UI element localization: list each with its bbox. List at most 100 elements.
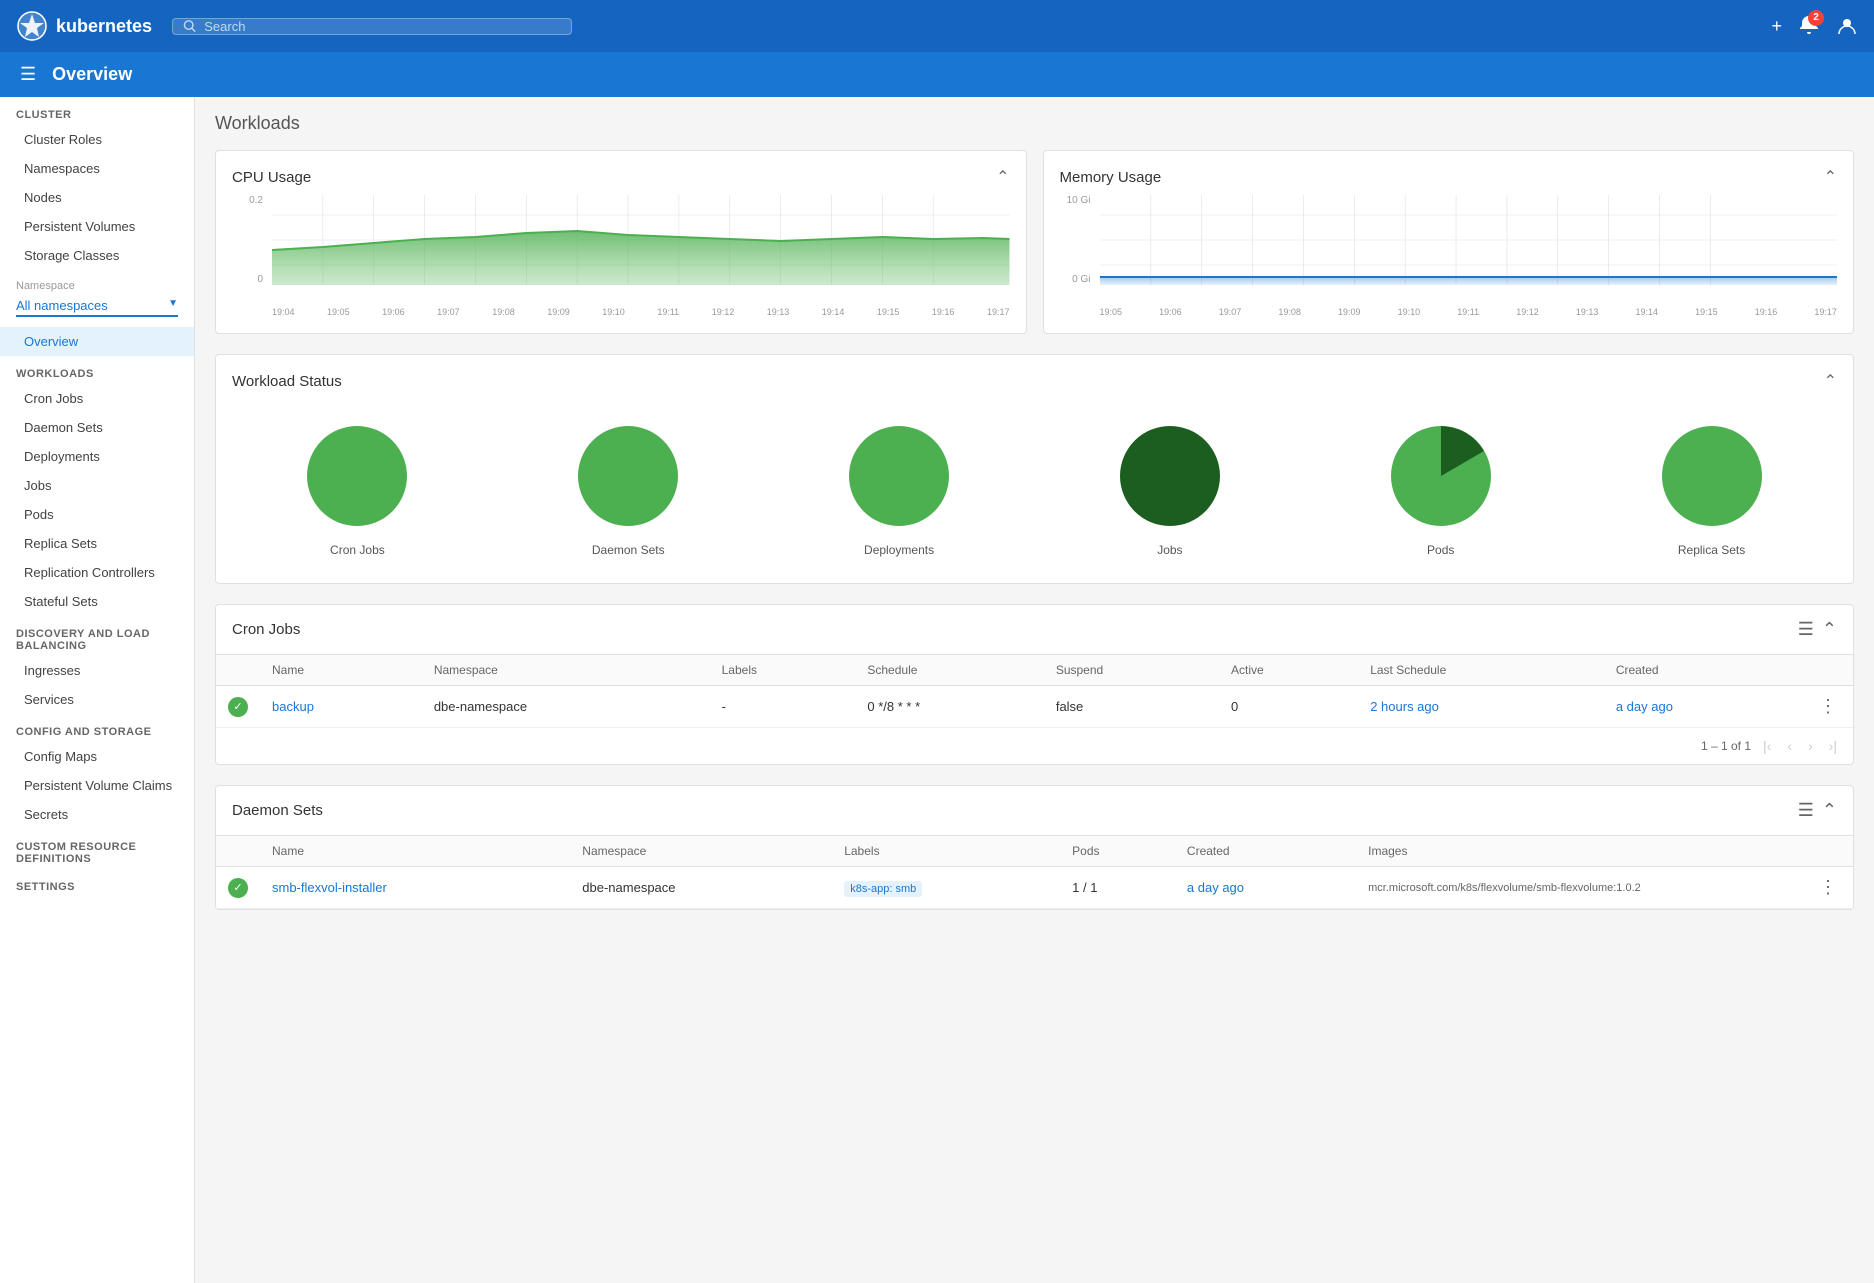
cron-job-name-link[interactable]: backup (272, 699, 314, 714)
sidebar-item-pods[interactable]: Pods (0, 500, 194, 529)
charts-row: CPU Usage ⌃ 0.2 0 (215, 150, 1854, 334)
cron-job-labels-cell: - (710, 686, 856, 728)
daemon-set-pods-cell: 1 / 1 (1060, 867, 1175, 909)
daemon-set-status-icon: ✓ (228, 878, 248, 898)
pods-circle (1386, 421, 1496, 531)
cron-jobs-pagination-count: 1 – 1 of 1 (1701, 739, 1751, 753)
sidebar-item-daemon-sets[interactable]: Daemon Sets (0, 413, 194, 442)
cpu-chart-collapse-button[interactable]: ⌃ (996, 167, 1009, 187)
cron-job-more-button[interactable]: ⋮ (1815, 696, 1841, 717)
sidebar-item-cron-jobs[interactable]: Cron Jobs (0, 384, 194, 413)
sidebar-item-secrets[interactable]: Secrets (0, 800, 194, 829)
cron-jobs-col-created: Created (1604, 655, 1803, 686)
cron-jobs-collapse-button[interactable]: ⌃ (1822, 619, 1837, 640)
daemon-sets-table-card: Daemon Sets ☰ ⌃ Name Namespace Labels Po… (215, 785, 1854, 910)
cron-job-created-link[interactable]: a day ago (1616, 699, 1673, 714)
memory-chart-title: Memory Usage (1060, 169, 1162, 186)
status-daemon-sets: Daemon Sets (573, 421, 683, 557)
cron-jobs-table-header: Cron Jobs ☰ ⌃ (216, 605, 1853, 654)
status-pods-label: Pods (1427, 543, 1454, 557)
config-storage-section-title: Config and Storage (0, 714, 194, 742)
sidebar-item-persistent-volume-claims[interactable]: Persistent Volume Claims (0, 771, 194, 800)
daemon-set-status-cell: ✓ (216, 867, 260, 909)
replica-sets-circle (1657, 421, 1767, 531)
namespace-selector[interactable]: Namespace All namespaces (0, 270, 194, 327)
memory-y-labels: 10 Gi 0 Gi (1060, 195, 1095, 285)
logo: kubernetes (16, 10, 152, 42)
cron-job-namespace-cell: dbe-namespace (422, 686, 710, 728)
cron-job-last-schedule-link[interactable]: 2 hours ago (1370, 699, 1439, 714)
cron-jobs-table-actions: ☰ ⌃ (1798, 619, 1837, 640)
sidebar-item-replica-sets[interactable]: Replica Sets (0, 529, 194, 558)
sidebar-item-cluster-roles[interactable]: Cluster Roles (0, 125, 194, 154)
cron-jobs-first-page-button[interactable]: |‹ (1759, 736, 1775, 756)
cron-jobs-col-name: Name (260, 655, 422, 686)
cron-jobs-last-page-button[interactable]: ›| (1825, 736, 1841, 756)
cron-jobs-next-page-button[interactable]: › (1804, 736, 1817, 756)
cron-jobs-filter-button[interactable]: ☰ (1798, 619, 1814, 640)
cron-job-last-schedule-cell: 2 hours ago (1358, 686, 1604, 728)
add-button[interactable]: + (1771, 16, 1782, 37)
workload-status-collapse-button[interactable]: ⌃ (1824, 371, 1837, 391)
sidebar-item-namespaces[interactable]: Namespaces (0, 154, 194, 183)
daemon-sets-col-status (216, 836, 260, 867)
notification-button[interactable]: 2 (1798, 14, 1820, 39)
daemon-set-labels-cell: k8s-app: smb (832, 867, 1060, 909)
memory-y-min: 0 Gi (1060, 274, 1091, 285)
sidebar-item-replication-controllers[interactable]: Replication Controllers (0, 558, 194, 587)
menu-icon[interactable]: ☰ (20, 64, 36, 85)
cron-jobs-table-title: Cron Jobs (232, 621, 300, 638)
sidebar-item-persistent-volumes[interactable]: Persistent Volumes (0, 212, 194, 241)
cpu-x-labels: 19:04 19:05 19:06 19:07 19:08 19:09 19:1… (272, 307, 1010, 317)
sidebar-item-ingresses[interactable]: Ingresses (0, 656, 194, 685)
status-cron-jobs: Cron Jobs (302, 421, 412, 557)
daemon-sets-filter-button[interactable]: ☰ (1798, 800, 1814, 821)
settings-section-title: Settings (0, 869, 194, 897)
cpu-y-labels: 0.2 0 (232, 195, 267, 285)
cron-job-schedule-cell: 0 */8 * * * (855, 686, 1043, 728)
overview-title: Overview (52, 64, 132, 85)
daemon-sets-header-row: Name Namespace Labels Pods Created Image… (216, 836, 1853, 867)
cron-jobs-col-namespace: Namespace (422, 655, 710, 686)
cron-jobs-col-suspend: Suspend (1044, 655, 1219, 686)
status-circles: Cron Jobs Daemon Sets Deployments (232, 411, 1837, 567)
cron-jobs-prev-page-button[interactable]: ‹ (1783, 736, 1796, 756)
cron-jobs-pagination: 1 – 1 of 1 |‹ ‹ › ›| (216, 728, 1853, 764)
search-box[interactable] (172, 18, 572, 35)
crd-section-title: Custom Resource Definitions (0, 829, 194, 869)
sidebar-item-nodes[interactable]: Nodes (0, 183, 194, 212)
table-row: ✓ smb-flexvol-installer dbe-namespace k8… (216, 867, 1853, 909)
cron-jobs-table-card: Cron Jobs ☰ ⌃ Name Namespace Labels Sche… (215, 604, 1854, 765)
status-jobs-label: Jobs (1157, 543, 1182, 557)
cron-jobs-col-last-schedule: Last Schedule (1358, 655, 1604, 686)
discovery-section-title: Discovery and Load Balancing (0, 616, 194, 656)
cron-jobs-col-status (216, 655, 260, 686)
logo-text: kubernetes (56, 16, 152, 37)
daemon-sets-table-actions: ☰ ⌃ (1798, 800, 1837, 821)
cron-job-suspend-cell: false (1044, 686, 1219, 728)
status-daemon-sets-label: Daemon Sets (592, 543, 665, 557)
daemon-set-images-cell: mcr.microsoft.com/k8s/flexvolume/smb-fle… (1356, 867, 1803, 909)
daemon-set-more-button[interactable]: ⋮ (1815, 877, 1841, 898)
cron-job-status-cell: ✓ (216, 686, 260, 728)
daemon-sets-collapse-button[interactable]: ⌃ (1822, 800, 1837, 821)
workloads-section-title: Workloads (0, 356, 194, 384)
sidebar-item-config-maps[interactable]: Config Maps (0, 742, 194, 771)
daemon-set-name-link[interactable]: smb-flexvol-installer (272, 880, 387, 895)
memory-chart-collapse-button[interactable]: ⌃ (1824, 167, 1837, 187)
topbar: kubernetes + 2 (0, 0, 1874, 52)
user-avatar-button[interactable] (1836, 15, 1858, 37)
namespace-dropdown[interactable]: All namespaces (16, 296, 178, 317)
sidebar-item-stateful-sets[interactable]: Stateful Sets (0, 587, 194, 616)
cpu-y-max: 0.2 (232, 195, 263, 206)
cron-jobs-table: Name Namespace Labels Schedule Suspend A… (216, 654, 1853, 728)
sidebar-item-deployments[interactable]: Deployments (0, 442, 194, 471)
cron-job-name-cell: backup (260, 686, 422, 728)
sidebar-item-services[interactable]: Services (0, 685, 194, 714)
sidebar-item-storage-classes[interactable]: Storage Classes (0, 241, 194, 270)
search-input[interactable] (204, 19, 561, 34)
sidebar-item-jobs[interactable]: Jobs (0, 471, 194, 500)
sidebar-item-overview[interactable]: Overview (0, 327, 194, 356)
cron-jobs-col-actions (1803, 655, 1853, 686)
daemon-set-created-link[interactable]: a day ago (1187, 880, 1244, 895)
